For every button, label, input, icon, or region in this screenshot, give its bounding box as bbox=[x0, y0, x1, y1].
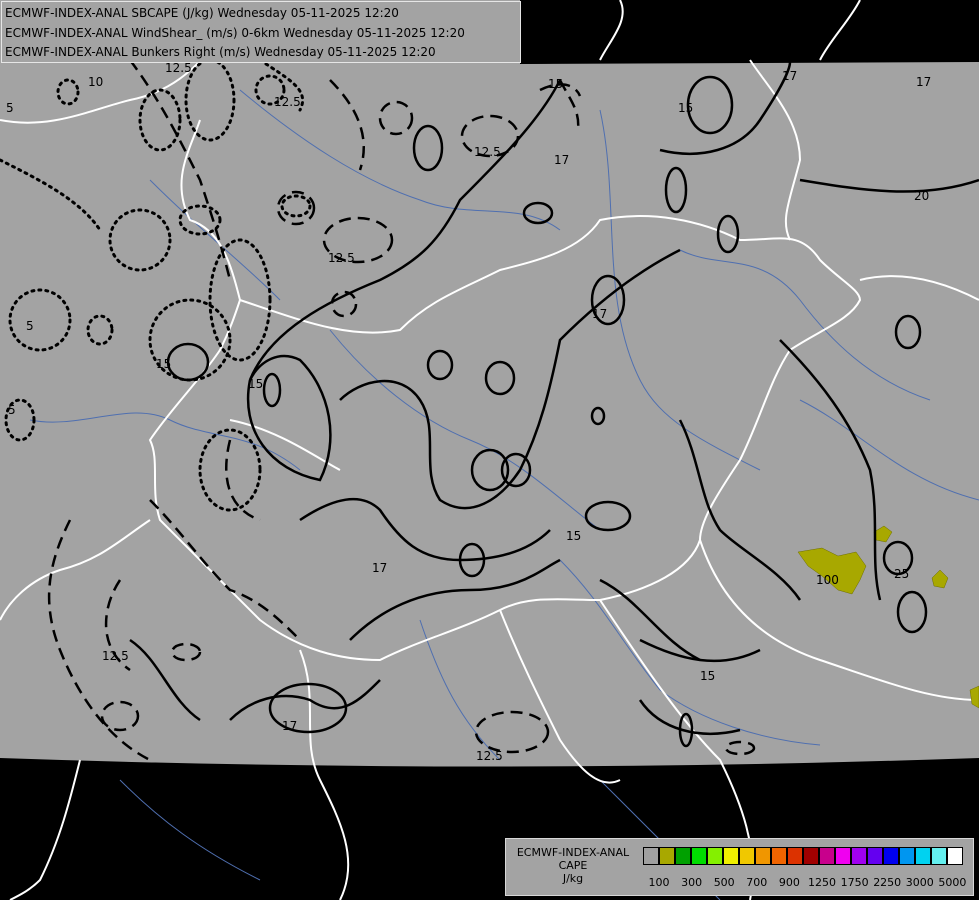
label-windshear-17: 17 bbox=[554, 153, 569, 167]
label-windshear-15: 15 bbox=[248, 377, 263, 391]
legend-swatch bbox=[931, 847, 947, 865]
title-sbcape: ECMWF-INDEX-ANAL SBCAPE (J/kg) Wednesday… bbox=[5, 6, 399, 20]
legend-swatch bbox=[707, 847, 723, 865]
legend-tick-label: 100 bbox=[648, 876, 670, 889]
legend-swatch bbox=[643, 847, 659, 865]
label-windshear-12-5: 12.5 bbox=[476, 749, 503, 763]
label-windshear-10: 10 bbox=[88, 75, 103, 89]
legend-tick-label: 700 bbox=[746, 876, 768, 889]
legend-title-source: ECMWF-INDEX-ANAL bbox=[516, 846, 630, 859]
legend-tick-label: 900 bbox=[778, 876, 800, 889]
model-domain bbox=[0, 0, 979, 767]
label-windshear-25: 25 bbox=[894, 567, 909, 581]
legend-title: ECMWF-INDEX-ANAL CAPE J/kg bbox=[508, 846, 638, 885]
title-windshear: ECMWF-INDEX-ANAL WindShear_ (m/s) 0-6km … bbox=[5, 26, 465, 40]
legend-tick-label: 500 bbox=[713, 876, 735, 889]
label-windshear-17: 17 bbox=[782, 69, 797, 83]
legend-swatch bbox=[675, 847, 691, 865]
label-bunkers-5: 5 bbox=[6, 101, 14, 115]
weather-map: 10 12.5 12.5 12.5 12.5 12.5 12.5 15 15 1… bbox=[0, 0, 979, 900]
legend-swatch bbox=[851, 847, 867, 865]
legend-ticks: 100 300 500 700 900 1250 1750 2250 3000 5000 bbox=[643, 876, 973, 890]
label-windshear-12-5: 12.5 bbox=[165, 61, 192, 75]
legend-swatch bbox=[771, 847, 787, 865]
label-windshear-17: 17 bbox=[282, 719, 297, 733]
label-bunkers-5: 5 bbox=[26, 319, 34, 333]
label-windshear-12-5: 12.5 bbox=[474, 145, 501, 159]
legend-swatch bbox=[691, 847, 707, 865]
title-box: ECMWF-INDEX-ANAL SBCAPE (J/kg) Wednesday… bbox=[1, 1, 521, 63]
legend-tick-label: 1250 bbox=[808, 876, 836, 889]
label-windshear-17: 17 bbox=[916, 75, 931, 89]
label-cape-100: 100 bbox=[816, 573, 839, 587]
legend-swatch bbox=[739, 847, 755, 865]
legend-swatch bbox=[787, 847, 803, 865]
legend-swatch bbox=[899, 847, 915, 865]
legend-swatch bbox=[755, 847, 771, 865]
legend-title-field: CAPE bbox=[558, 859, 588, 872]
legend-swatches bbox=[643, 847, 963, 867]
label-windshear-15: 15 bbox=[566, 529, 581, 543]
label-windshear-17: 17 bbox=[592, 307, 607, 321]
legend-tick-label: 3000 bbox=[905, 876, 934, 889]
label-windshear-17: 17 bbox=[372, 561, 387, 575]
legend-swatch bbox=[659, 847, 675, 865]
label-windshear-12-5: 12.5 bbox=[328, 251, 355, 265]
title-bunkers: ECMWF-INDEX-ANAL Bunkers Right (m/s) Wed… bbox=[5, 45, 436, 59]
legend-title-unit: J/kg bbox=[562, 872, 584, 885]
label-windshear-20: 20 bbox=[914, 189, 929, 203]
legend-swatch bbox=[819, 847, 835, 865]
legend-tick-label: 300 bbox=[681, 876, 703, 889]
label-windshear-15: 15 bbox=[548, 77, 563, 91]
legend-tick-label: 1750 bbox=[840, 876, 869, 889]
label-bunkers-5: 5 bbox=[8, 403, 16, 417]
label-windshear-12-5: 12.5 bbox=[102, 649, 129, 663]
label-windshear-15: 15 bbox=[678, 101, 693, 115]
label-bunkers-15: 15 bbox=[156, 357, 171, 371]
legend-swatch bbox=[867, 847, 883, 865]
legend-swatch bbox=[883, 847, 899, 865]
cape-legend: ECMWF-INDEX-ANAL CAPE J/kg 100 300 500 700 9… bbox=[505, 838, 974, 896]
legend-tick-label: 5000 bbox=[938, 876, 967, 889]
label-windshear-12-5: 12.5 bbox=[274, 95, 301, 109]
legend-tick-label: 2250 bbox=[873, 876, 902, 889]
legend-swatch bbox=[947, 847, 963, 865]
legend-swatch bbox=[803, 847, 819, 865]
label-windshear-15: 15 bbox=[700, 669, 715, 683]
legend-swatch bbox=[915, 847, 931, 865]
legend-swatch bbox=[835, 847, 851, 865]
legend-swatch bbox=[723, 847, 739, 865]
